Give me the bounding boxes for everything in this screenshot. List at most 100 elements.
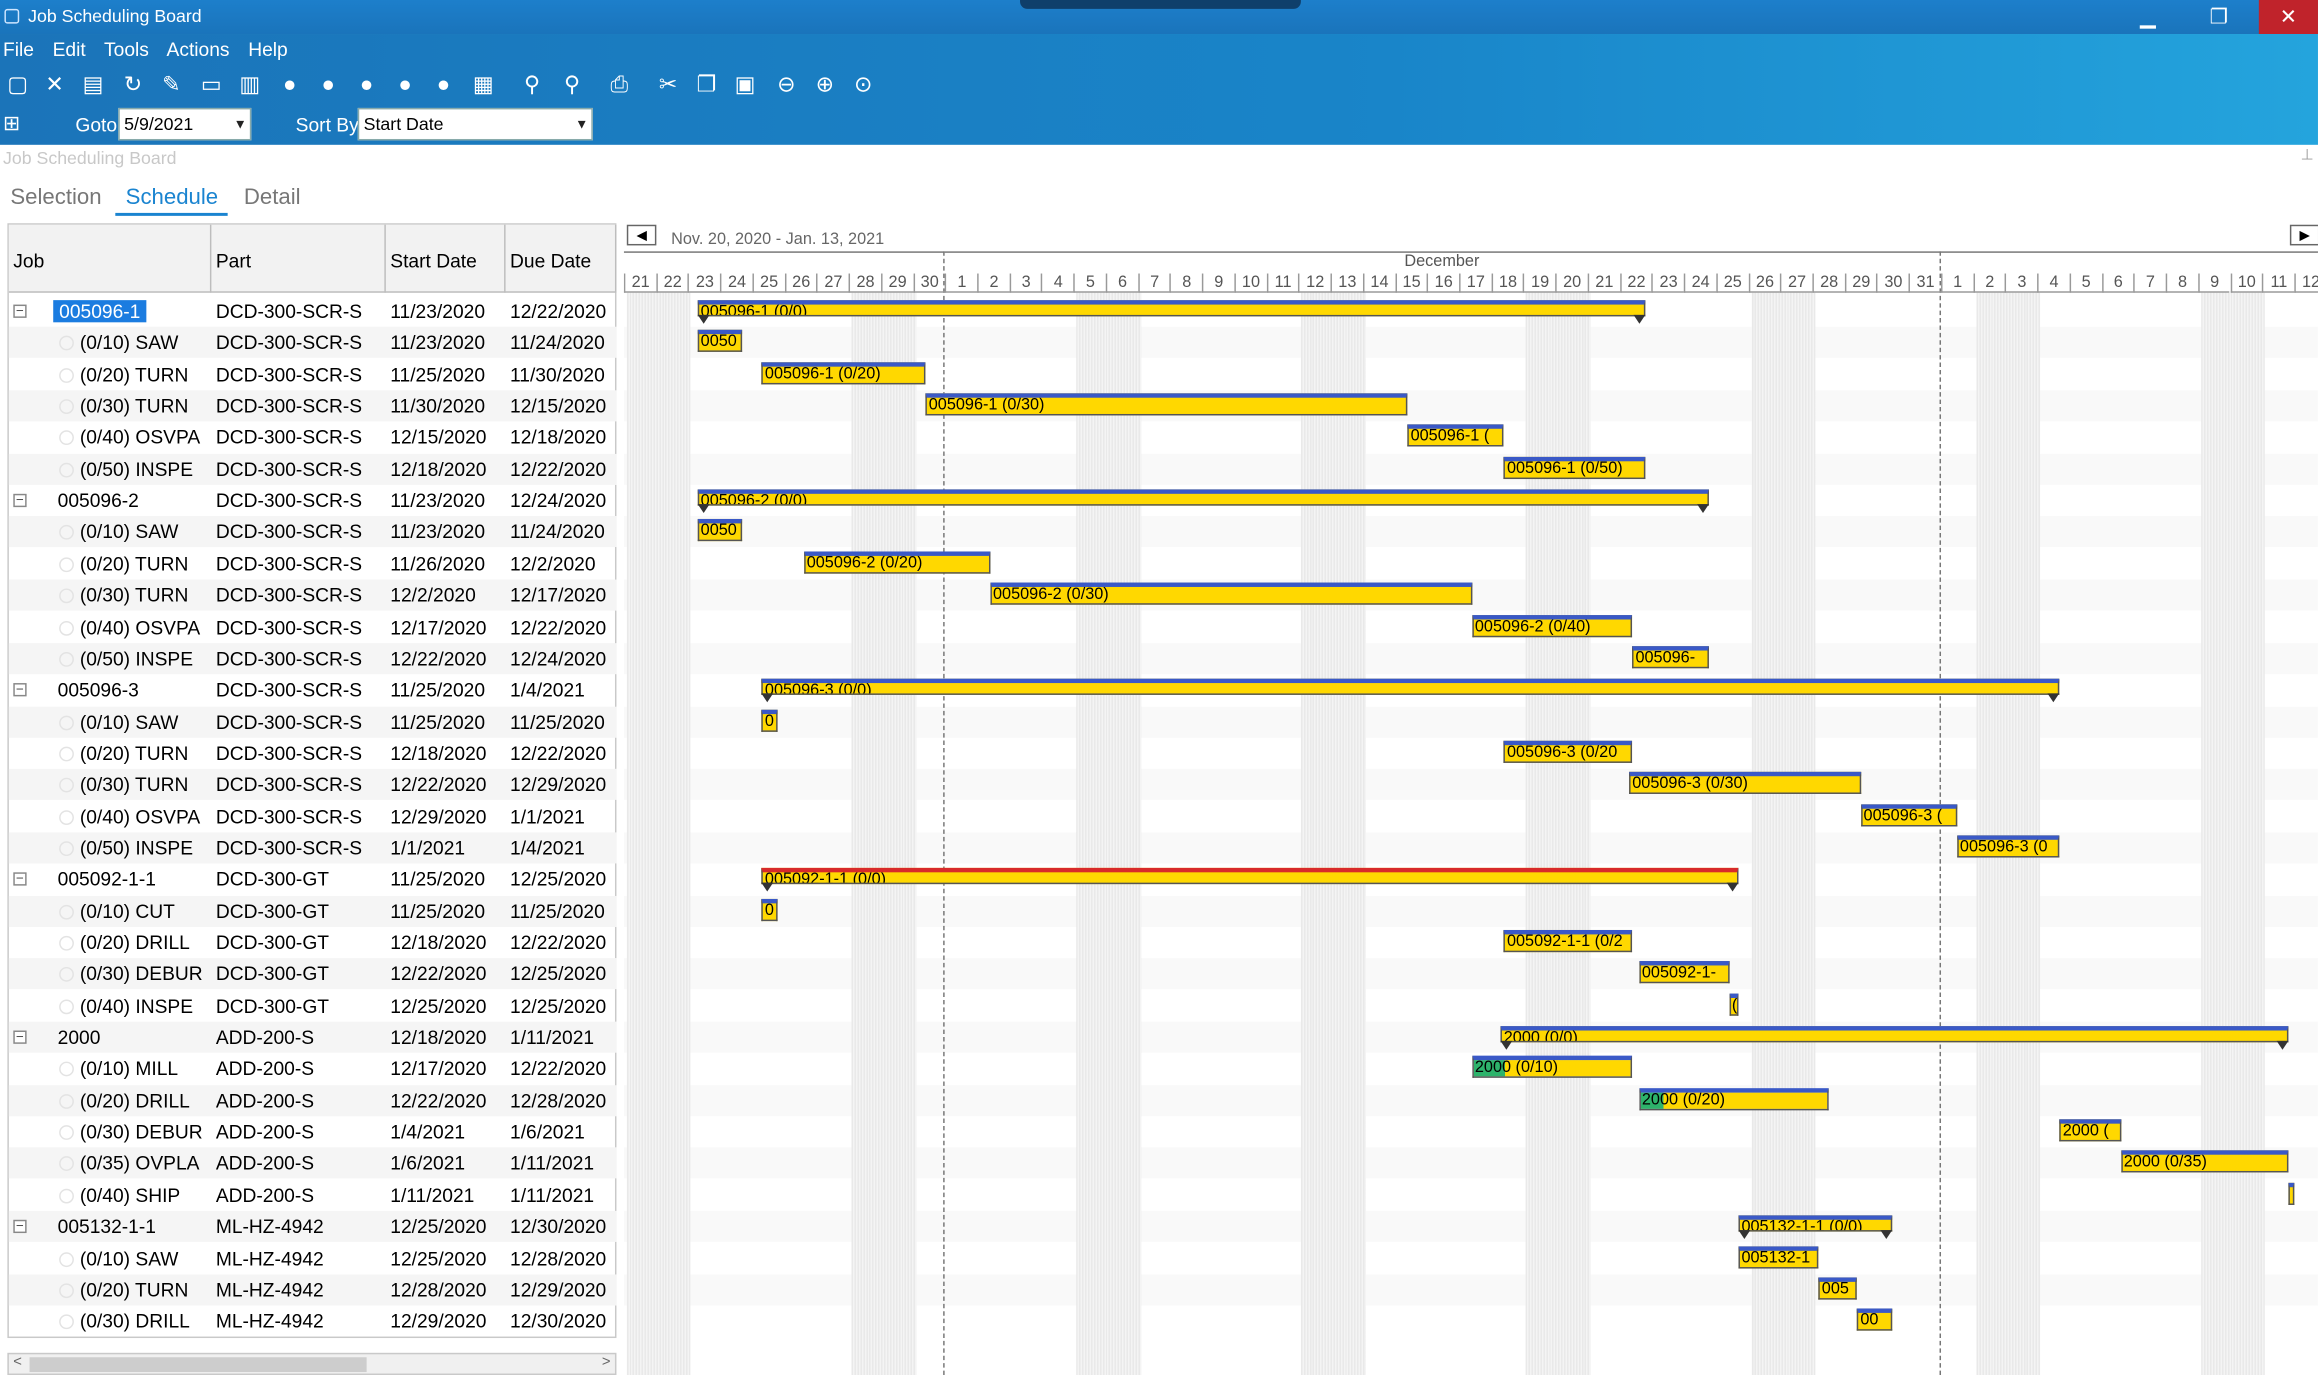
- task-bar[interactable]: 0050: [697, 330, 743, 353]
- horizontal-scrollbar[interactable]: < >: [7, 1352, 617, 1375]
- goto-date-combo[interactable]: 5/9/2021 ▼: [118, 107, 252, 141]
- task-bar[interactable]: 005096-1 (0/30): [925, 393, 1408, 416]
- operation-row[interactable]: (0/20) TURN DCD-300-SCR-S 11/26/2020 12/2/2…: [9, 548, 617, 579]
- restore-button[interactable]: ❐: [2191, 0, 2247, 34]
- task-bar[interactable]: 005132-1: [1738, 1245, 1819, 1268]
- scroll-right-icon[interactable]: >: [602, 1354, 611, 1370]
- header-job[interactable]: Job: [9, 224, 212, 293]
- tab-selection[interactable]: Selection: [10, 185, 101, 210]
- task-bar[interactable]: 00: [1857, 1308, 1893, 1331]
- task-bar[interactable]: 005096-2 (0/20): [803, 551, 991, 574]
- resource-icon[interactable]: ●: [275, 71, 305, 101]
- collapse-icon[interactable]: −: [13, 1219, 27, 1234]
- operation-row[interactable]: (0/20) DRILL ADD-200-S 12/22/2020 12/28/202…: [8, 1084, 617, 1116]
- operation-row[interactable]: (0/10) SAW ML-HZ-4942 12/25/2020 12/28/2020: [9, 1243, 617, 1274]
- operation-row[interactable]: (0/30) DEBUR DCD-300-GT 12/22/2020 12/25/20…: [8, 958, 617, 990]
- task-bar[interactable]: 005: [1818, 1277, 1858, 1300]
- pin-icon[interactable]: ⊥: [2301, 148, 2314, 164]
- operation-row[interactable]: (0/30) TURN DCD-300-SCR-S 12/22/2020 12/29/…: [8, 769, 617, 801]
- collapse-icon[interactable]: −: [13, 872, 27, 887]
- task-bar[interactable]: [2287, 1182, 2295, 1205]
- task-bar[interactable]: 005096-3 (0/30): [1629, 772, 1861, 795]
- task-bar[interactable]: 005096-1 (0/20): [761, 361, 926, 384]
- scroll-left-icon[interactable]: <: [13, 1354, 22, 1370]
- clipboard-icon[interactable]: ▥: [235, 71, 265, 101]
- header-due-date[interactable]: Due Date: [506, 224, 617, 293]
- task-bar[interactable]: 005096-2 (0/40): [1471, 614, 1633, 637]
- chevron-down-icon[interactable]: ▼: [234, 109, 247, 139]
- task-bar[interactable]: 005096-3 (0: [1956, 835, 2060, 858]
- task-bar[interactable]: 0: [761, 709, 779, 732]
- task-bar[interactable]: 005096-2 (0/30): [990, 582, 1472, 605]
- resource-group-icon[interactable]: ●: [429, 71, 459, 101]
- tools-icon[interactable]: ✎: [157, 71, 187, 101]
- collapse-icon[interactable]: −: [13, 1030, 27, 1044]
- task-bar[interactable]: 2000 (0/20): [1638, 1087, 1829, 1110]
- summary-bar[interactable]: 005096-1 (0/0): [697, 300, 1646, 317]
- job-row[interactable]: − 005132-1-1 ML-HZ-4942 12/25/2020 12/30/202…: [8, 1211, 617, 1243]
- menu-file[interactable]: File: [3, 38, 34, 60]
- collapse-icon[interactable]: −: [13, 493, 27, 508]
- print-icon[interactable]: ⎙: [605, 71, 635, 101]
- binoculars-icon[interactable]: ⊞: [3, 111, 20, 136]
- paste-icon[interactable]: ▣: [730, 71, 760, 101]
- operation-row[interactable]: (0/20) TURN DCD-300-SCR-S 11/25/2020 11/30/…: [9, 359, 617, 390]
- menu-edit[interactable]: Edit: [53, 38, 86, 60]
- task-bar[interactable]: 005096-1 (0/50): [1504, 456, 1646, 479]
- operation-row[interactable]: (0/40) SHIP ADD-200-S 1/11/2021 1/11/2021: [9, 1180, 617, 1211]
- cut-icon[interactable]: ✂: [653, 71, 683, 101]
- operation-row[interactable]: (0/50) INSPE DCD-300-SCR-S 1/1/2021 1/4/202…: [8, 832, 617, 864]
- home-icon[interactable]: ⊙: [849, 71, 879, 101]
- menu-actions[interactable]: Actions: [167, 38, 230, 60]
- tab-detail[interactable]: Detail: [244, 185, 301, 210]
- job-row[interactable]: − 005096-3 DCD-300-SCR-S 11/25/2020 1/4/2021: [9, 674, 617, 705]
- resource-down-icon[interactable]: ●: [390, 71, 420, 101]
- open-icon[interactable]: ▭: [197, 71, 227, 101]
- resource-x-icon[interactable]: ●: [352, 71, 382, 101]
- task-bar[interactable]: 2000 (: [2059, 1119, 2121, 1142]
- job-row[interactable]: − 005096-1 DCD-300-SCR-S 11/23/2020 12/22/20…: [9, 296, 617, 327]
- zoom-out-icon[interactable]: ⚲: [557, 71, 587, 101]
- operation-row[interactable]: (0/40) OSVPA DCD-300-SCR-S 12/17/2020 12/22…: [9, 611, 617, 642]
- tab-schedule[interactable]: Schedule: [115, 185, 228, 216]
- task-bar[interactable]: 005096-3 (0/20: [1504, 740, 1633, 763]
- gantt-next-button[interactable]: ▶: [2289, 224, 2318, 246]
- operation-row[interactable]: (0/10) SAW DCD-300-SCR-S 11/25/2020 11/25/2…: [8, 706, 617, 738]
- operation-row[interactable]: (0/10) SAW DCD-300-SCR-S 11/23/2020 11/24/2…: [8, 516, 617, 548]
- job-row[interactable]: − 2000 ADD-200-S 12/18/2020 1/11/2021: [8, 1021, 617, 1053]
- operation-row[interactable]: (0/10) CUT DCD-300-GT 11/25/2020 11/25/2020: [8, 895, 617, 927]
- resource-check-icon[interactable]: ●: [313, 71, 343, 101]
- operation-row[interactable]: (0/40) INSPE DCD-300-GT 12/25/2020 12/25/20…: [9, 990, 617, 1021]
- calendar-icon[interactable]: ▦: [469, 71, 499, 101]
- operation-row[interactable]: (0/30) DRILL ML-HZ-4942 12/29/2020 12/30/20…: [9, 1306, 617, 1337]
- operation-row[interactable]: (0/35) OVPLA ADD-200-S 1/6/2021 1/11/2021: [8, 1147, 617, 1180]
- sortby-combo[interactable]: Start Date ▼: [357, 107, 593, 141]
- operation-row[interactable]: (0/30) DEBUR ADD-200-S 1/4/2021 1/6/2021: [9, 1116, 617, 1147]
- task-bar[interactable]: 005096-: [1632, 645, 1710, 669]
- summary-bar[interactable]: 2000 (0/0): [1500, 1026, 2288, 1043]
- operation-row[interactable]: (0/10) MILL ADD-200-S 12/17/2020 12/22/2020: [9, 1053, 617, 1084]
- operation-row[interactable]: (0/30) TURN DCD-300-SCR-S 11/30/2020 12/15/…: [8, 390, 617, 422]
- task-bar[interactable]: (: [1728, 993, 1739, 1016]
- forward-icon[interactable]: ⊕: [810, 71, 840, 101]
- new-icon[interactable]: ▢: [3, 71, 33, 101]
- task-bar[interactable]: 005092-1-1 (0/2: [1504, 929, 1633, 953]
- operation-row[interactable]: (0/50) INSPE DCD-300-SCR-S 12/18/2020 12/22…: [8, 453, 617, 485]
- chevron-down-icon[interactable]: ▼: [575, 109, 588, 139]
- menu-tools[interactable]: Tools: [104, 38, 149, 60]
- refresh-icon[interactable]: ↻: [118, 71, 148, 101]
- minimize-button[interactable]: ▁: [2120, 0, 2176, 34]
- header-start-date[interactable]: Start Date: [386, 224, 506, 293]
- task-bar[interactable]: 0: [761, 898, 779, 921]
- task-bar[interactable]: 005096-1 (: [1407, 424, 1505, 448]
- operation-row[interactable]: (0/10) SAW DCD-300-SCR-S 11/23/2020 11/24/2…: [8, 327, 617, 359]
- operation-row[interactable]: (0/20) TURN ML-HZ-4942 12/28/2020 12/29/202…: [8, 1274, 617, 1306]
- delete-icon[interactable]: ✕: [40, 71, 70, 101]
- operation-row[interactable]: (0/40) OSVPA DCD-300-SCR-S 12/15/2020 12/18…: [9, 422, 617, 453]
- back-icon[interactable]: ⊖: [772, 71, 802, 101]
- copy-icon[interactable]: ❐: [692, 71, 722, 101]
- operation-row[interactable]: (0/50) INSPE DCD-300-SCR-S 12/22/2020 12/24…: [8, 642, 617, 674]
- header-part[interactable]: Part: [211, 224, 386, 293]
- close-button[interactable]: ✕: [2258, 0, 2318, 35]
- collapse-icon[interactable]: −: [13, 304, 27, 318]
